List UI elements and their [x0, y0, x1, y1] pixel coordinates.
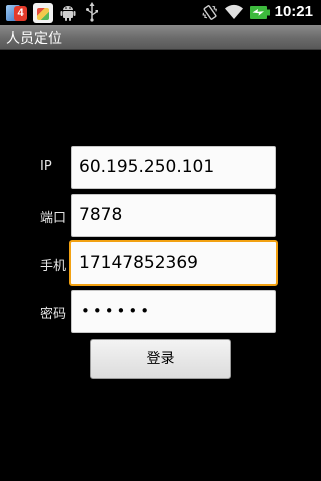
- phone-input[interactable]: 17147852369: [69, 240, 278, 286]
- port-label: 端口: [40, 211, 67, 226]
- port-row: 端口 7878: [0, 194, 321, 237]
- password-row: 密码 ••••••: [0, 290, 321, 333]
- status-clock: 10:21: [274, 3, 313, 20]
- android-debug-icon: [60, 6, 76, 21]
- vibrate-icon: [202, 5, 217, 20]
- notification-count-badge: 4: [14, 6, 27, 21]
- phone-row: 手机 17147852369: [0, 240, 321, 286]
- ip-input[interactable]: 60.195.250.101: [71, 146, 276, 189]
- phone-label: 手机: [40, 259, 67, 274]
- usb-icon: [86, 2, 98, 22]
- port-input[interactable]: 7878: [71, 194, 276, 237]
- wifi-icon: [225, 4, 243, 19]
- status-bar: 4 10:21: [0, 0, 321, 25]
- ip-row: IP 60.195.250.101: [0, 146, 321, 189]
- battery-charging-icon: [250, 6, 270, 19]
- page-title: 人员定位: [6, 31, 62, 47]
- password-label: 密码: [40, 307, 67, 322]
- app-notification-icon: 4: [6, 3, 27, 22]
- title-bar: 人员定位: [0, 25, 321, 50]
- login-button[interactable]: 登录: [90, 339, 231, 379]
- ip-label: IP: [40, 159, 52, 174]
- password-input[interactable]: ••••••: [71, 290, 276, 333]
- market-icon: [33, 3, 53, 23]
